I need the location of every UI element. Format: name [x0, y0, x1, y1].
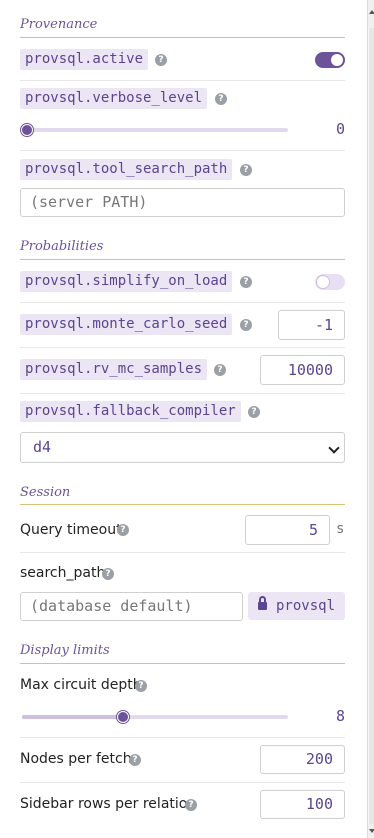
toggle-knob	[331, 54, 343, 66]
sidebar-rows-input[interactable]: 100	[260, 790, 345, 819]
slider-verbose-level[interactable]	[22, 128, 288, 132]
slider-thumb-verbose-level[interactable]	[21, 124, 33, 136]
rv-mc-samples-input[interactable]: 10000	[260, 355, 345, 385]
help-icon[interactable]: ?	[102, 568, 114, 580]
query-timeout-label: Query timeout	[20, 522, 122, 538]
help-icon[interactable]: ?	[215, 93, 227, 105]
divider	[20, 302, 345, 303]
section-rule	[20, 663, 345, 664]
slider-fill-max-circuit-depth	[22, 715, 124, 719]
setting-label-simplify-on-load: provsql.simplify_on_load	[20, 271, 233, 292]
fallback-compiler-selected: d4	[33, 438, 52, 456]
setting-label-rv-mc-samples: provsql.rv_mc_samples	[20, 359, 208, 380]
help-icon[interactable]: ?	[185, 799, 197, 811]
toggle-provsql-active[interactable]	[315, 52, 345, 68]
search-path-label: search_path	[20, 565, 106, 581]
section-title-probabilities: Probabilities	[20, 239, 104, 254]
section-rule	[20, 259, 345, 260]
sidebar-rows-label: Sidebar rows per relation	[20, 796, 197, 812]
divider	[20, 737, 345, 738]
query-timeout-input[interactable]: 5	[245, 515, 330, 545]
divider	[20, 782, 345, 783]
scroll-up-icon[interactable]	[368, 0, 374, 28]
help-icon[interactable]: ?	[117, 524, 129, 536]
help-icon[interactable]: ?	[129, 754, 141, 766]
max-circuit-depth-label: Max circuit depth	[20, 677, 142, 693]
settings-panel: Provenance provsql.active ? provsql.verb…	[0, 0, 368, 838]
toggle-knob	[317, 276, 329, 288]
slider-thumb-max-circuit-depth[interactable]	[117, 711, 130, 723]
help-icon[interactable]: ?	[155, 54, 167, 66]
max-circuit-depth-value: 8	[335, 707, 345, 725]
help-icon[interactable]: ?	[240, 164, 252, 176]
help-icon[interactable]: ?	[214, 364, 226, 376]
setting-label-fallback-compiler: provsql.fallback_compiler	[20, 401, 241, 422]
search-path-input[interactable]: (database default)	[20, 592, 243, 621]
section-title-session: Session	[20, 485, 71, 500]
section-rule	[20, 504, 345, 505]
divider	[20, 552, 345, 553]
locked-schema: provsql	[276, 598, 336, 614]
divider	[20, 347, 345, 348]
scroll-down-icon[interactable]	[368, 824, 374, 838]
setting-label-monte-carlo-seed: provsql.monte_carlo_seed	[20, 314, 233, 335]
lock-icon	[258, 596, 267, 610]
scrollbar[interactable]	[368, 0, 374, 838]
divider	[20, 80, 345, 81]
verbose-level-value: 0	[335, 120, 345, 138]
monte-carlo-seed-input[interactable]: -1	[278, 310, 345, 340]
help-icon[interactable]: ?	[248, 406, 260, 418]
search-path-locked-value: provsql	[248, 592, 345, 620]
help-icon[interactable]: ?	[135, 680, 147, 692]
help-icon[interactable]: ?	[240, 319, 252, 331]
setting-label-tool-search-path: provsql.tool_search_path	[20, 159, 233, 180]
divider	[20, 393, 345, 394]
section-title-provenance: Provenance	[20, 17, 98, 32]
scrollbar-track[interactable]	[369, 0, 374, 838]
divider	[20, 150, 345, 151]
nodes-per-fetch-input[interactable]: 200	[260, 745, 345, 774]
setting-label-verbose-level: provsql.verbose_level	[20, 88, 208, 109]
tool-search-path-input[interactable]: (server PATH)	[20, 188, 345, 217]
fallback-compiler-select[interactable]: d4	[20, 432, 345, 463]
nodes-per-fetch-label: Nodes per fetch	[20, 751, 132, 767]
toggle-simplify-on-load[interactable]	[315, 274, 345, 290]
chevron-down-icon	[328, 442, 340, 454]
section-title-display-limits: Display limits	[20, 643, 110, 658]
section-rule	[20, 37, 345, 38]
setting-label-provsql-active: provsql.active	[20, 49, 149, 70]
help-icon[interactable]: ?	[240, 276, 252, 288]
query-timeout-unit: s	[336, 521, 345, 537]
